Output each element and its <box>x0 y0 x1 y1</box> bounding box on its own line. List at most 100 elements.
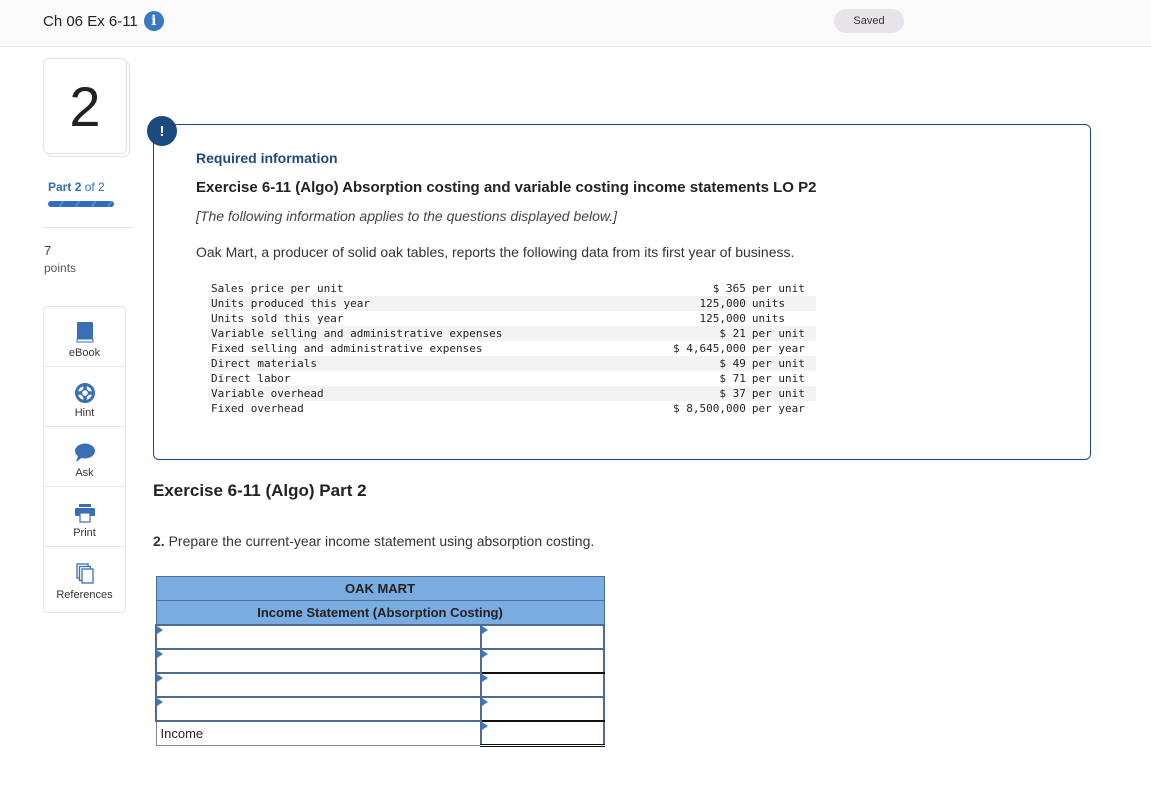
saved-status-badge: Saved <box>834 9 904 33</box>
table-row: Sales price per unit $ 365 per unit <box>208 281 816 296</box>
line-item-select[interactable] <box>157 674 480 696</box>
points-value: 7 <box>44 243 52 258</box>
amount-input[interactable] <box>481 650 603 672</box>
info-note: [The following information applies to th… <box>196 208 618 224</box>
row-value: $ 4,645,000 <box>673 342 746 355</box>
table-row: Units produced this year 125,000 units <box>208 296 816 311</box>
dropdown-indicator-icon <box>481 674 488 682</box>
given-data-table: Sales price per unit $ 365 per unit Units … <box>208 281 816 416</box>
row-label: Direct materials <box>208 356 642 371</box>
worksheet-row <box>155 624 606 650</box>
table-row: Variable selling and administrative expe… <box>208 326 816 341</box>
dropdown-indicator-icon <box>481 698 488 706</box>
question-number: 2. <box>153 533 165 549</box>
print-button[interactable]: Print <box>44 487 125 547</box>
dropdown-indicator-icon <box>157 650 163 658</box>
amount-input[interactable] <box>481 698 603 720</box>
row-unit: units <box>751 312 785 325</box>
row-unit: per unit <box>751 282 805 295</box>
tool-label-print: Print <box>73 527 96 539</box>
row-value: $ 365 <box>712 282 746 295</box>
row-label: Variable selling and administrative expe… <box>208 326 642 341</box>
row-unit: per unit <box>748 326 816 341</box>
top-bar: Ch 06 Ex 6-11 i Saved <box>0 0 1151 47</box>
required-info-heading: Required information <box>196 150 338 166</box>
table-row: Variable overhead $ 37 per unit <box>208 386 816 401</box>
line-item-select[interactable] <box>157 698 480 720</box>
tool-label-hint: Hint <box>74 407 95 419</box>
row-value: 125,000 <box>641 296 749 311</box>
worksheet-row <box>155 648 606 674</box>
part-indicator: Part 2 of 2 <box>48 180 105 194</box>
tool-label-ebook: eBook <box>68 347 101 359</box>
worksheet-title: Income Statement (Absorption Costing) <box>155 600 605 626</box>
ebook-button[interactable]: eBook <box>44 307 125 367</box>
row-label: Sales price per unit <box>211 282 344 295</box>
table-row: Fixed overhead $ 8,500,000 per year <box>208 401 816 416</box>
sidebar-divider <box>43 227 133 228</box>
worksheet-company: OAK MART <box>155 576 605 601</box>
row-unit: units <box>748 296 816 311</box>
worksheet-row <box>155 696 606 722</box>
part-title: Exercise 6-11 (Algo) Part 2 <box>153 481 367 500</box>
row-label: Units produced this year <box>208 296 642 311</box>
table-row: Fixed selling and administrative expense… <box>208 341 816 356</box>
question-text: 2. Prepare the current-year income state… <box>153 533 594 549</box>
dropdown-indicator-icon <box>481 626 488 634</box>
row-unit: per year <box>751 402 805 415</box>
exercise-title: Exercise 6-11 (Algo) Absorption costing … <box>196 179 817 196</box>
dropdown-indicator-icon <box>157 626 163 634</box>
speech-bubble-icon <box>74 443 96 463</box>
points-label: points <box>44 261 77 275</box>
tool-label-ask: Ask <box>75 467 94 479</box>
row-label: Units sold this year <box>211 312 344 325</box>
row-label: Fixed selling and administrative expense… <box>211 342 483 355</box>
worksheet-total-row: Income <box>155 720 606 747</box>
printer-icon <box>74 503 96 523</box>
row-value: $ 21 <box>641 326 749 341</box>
amount-input[interactable] <box>481 674 603 696</box>
part-current: 2 <box>74 180 82 194</box>
amount-input[interactable] <box>481 626 603 648</box>
references-button[interactable]: References <box>44 547 125 608</box>
row-unit: per unit <box>751 372 805 385</box>
question-number-card: 2 <box>43 58 127 154</box>
table-row: Direct labor $ 71 per unit <box>208 371 816 386</box>
tool-label-references: References <box>56 589 113 601</box>
dropdown-indicator-icon <box>157 698 163 706</box>
part-label: Part <box>48 180 72 194</box>
income-statement-worksheet: OAK MART Income Statement (Absorption Co… <box>155 576 606 747</box>
dropdown-indicator-icon <box>481 650 488 658</box>
info-icon[interactable]: i <box>143 11 164 31</box>
question-body: Prepare the current-year income statemen… <box>164 533 595 549</box>
tools-panel: eBook Hint Ask Print References <box>43 306 126 613</box>
part-total: of 2 <box>84 180 105 194</box>
lifebuoy-icon <box>74 383 95 403</box>
row-label: Direct labor <box>211 372 291 385</box>
dropdown-indicator-icon <box>481 722 488 730</box>
total-label: Income <box>155 720 482 746</box>
row-unit: per year <box>751 342 805 355</box>
book-icon <box>75 321 95 343</box>
row-unit: per unit <box>748 356 816 371</box>
assignment-title-text: Ch 06 Ex 6-11 <box>43 12 138 30</box>
line-item-select[interactable] <box>157 626 480 648</box>
alert-icon: ! <box>147 116 177 146</box>
row-value: $ 71 <box>719 372 746 385</box>
row-label: Fixed overhead <box>211 402 304 415</box>
row-value: $ 49 <box>641 356 749 371</box>
row-value: 125,000 <box>699 312 746 325</box>
intro-text: Oak Mart, a producer of solid oak tables… <box>196 244 795 260</box>
ask-button[interactable]: Ask <box>44 427 125 487</box>
table-row: Direct materials $ 49 per unit <box>208 356 816 371</box>
row-unit: per unit <box>748 386 816 401</box>
row-value: $ 8,500,000 <box>673 402 746 415</box>
row-label: Variable overhead <box>208 386 642 401</box>
income-amount-input[interactable] <box>481 722 603 744</box>
hint-button[interactable]: Hint <box>44 367 125 427</box>
table-row: Units sold this year 125,000 units <box>208 311 816 326</box>
documents-icon <box>75 563 95 585</box>
line-item-select[interactable] <box>157 650 480 672</box>
worksheet-row <box>155 672 606 698</box>
part-progress-bar <box>48 201 114 207</box>
